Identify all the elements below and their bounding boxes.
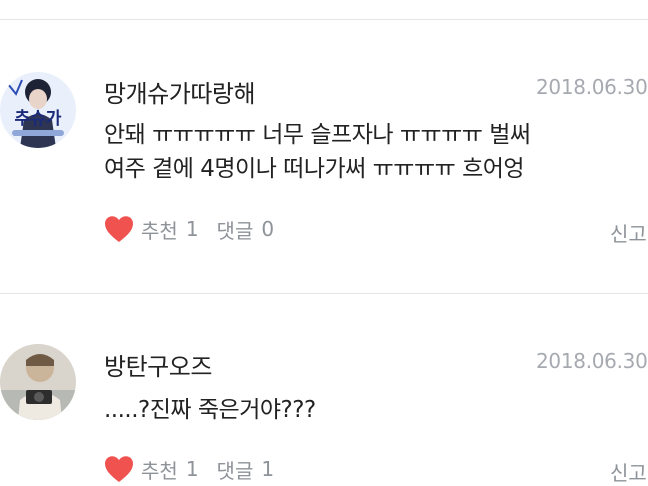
heart-icon[interactable]	[104, 215, 134, 243]
like-count: 1	[185, 457, 199, 481]
avatar[interactable]: 추슈가	[0, 72, 76, 148]
reply-count: 0	[261, 217, 275, 241]
comment-author[interactable]: 망개슈가따랑해	[104, 74, 256, 109]
top-divider	[0, 19, 648, 20]
comment-body-line: 안돼 ㅠㅠㅠㅠㅠ 너무 슬프자나 ㅠㅠㅠㅠ 벌써	[104, 122, 531, 148]
like-count: 1	[185, 217, 199, 241]
avatar-caption: 추슈가	[15, 109, 62, 129]
comment-body: .....?진짜 죽은거야???	[104, 393, 644, 427]
reply-button-label[interactable]: 댓글	[217, 455, 254, 484]
comment-body-line: 여주 곁에 4명이나 떠나가써 ㅠㅠㅠㅠ 흐어엉	[104, 156, 525, 182]
like-button-label[interactable]: 추천	[141, 455, 178, 484]
report-button[interactable]: 신고	[610, 457, 647, 486]
report-button[interactable]: 신고	[610, 218, 647, 247]
comment-date: 2018.06.30	[536, 75, 648, 99]
heart-icon[interactable]	[104, 455, 134, 483]
comment-body-line: .....?진짜 죽은거야???	[104, 397, 316, 423]
reply-count: 1	[261, 457, 275, 481]
comment-body: 안돼 ㅠㅠㅠㅠㅠ 너무 슬프자나 ㅠㅠㅠㅠ 벌써 여주 곁에 4명이나 떠나가써…	[104, 118, 644, 186]
reply-button-label[interactable]: 댓글	[217, 215, 254, 244]
comment-date: 2018.06.30	[536, 349, 648, 373]
avatar-image	[0, 344, 76, 420]
comment-actions: 추천 1 댓글 1	[104, 454, 274, 484]
like-button-label[interactable]: 추천	[141, 215, 178, 244]
avatar-image: 추슈가	[0, 72, 76, 148]
comment-actions: 추천 1 댓글 0	[104, 214, 274, 244]
avatar[interactable]	[0, 344, 76, 420]
comment-divider	[0, 293, 648, 294]
comment-author[interactable]: 방탄구오즈	[104, 347, 212, 382]
